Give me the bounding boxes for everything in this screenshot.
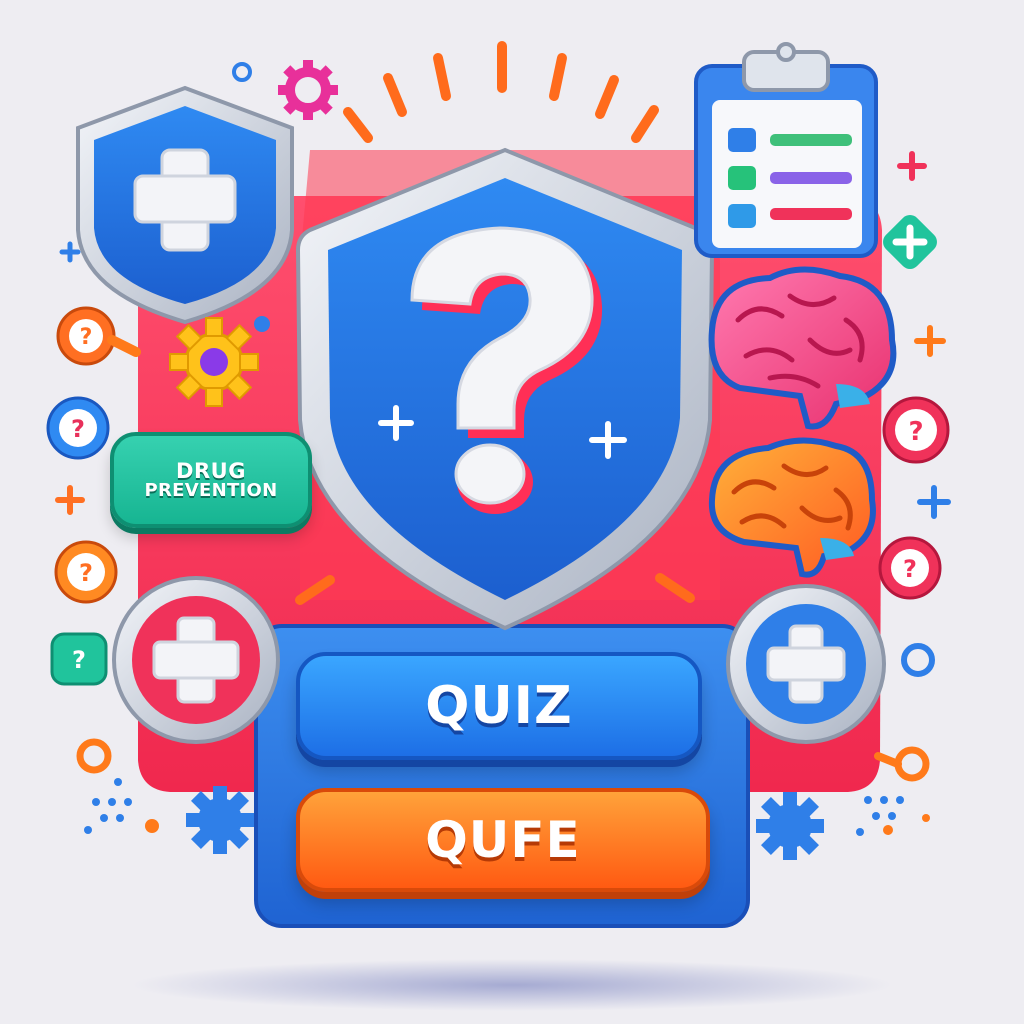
- svg-text:?: ?: [79, 559, 93, 587]
- drug-prevention-badge: DRUG PREVENTION: [110, 432, 312, 528]
- question-bubble-icon: ?: [54, 540, 118, 604]
- clipboard-checklist-icon: [694, 42, 878, 258]
- qufe-button[interactable]: QUFE: [296, 788, 710, 892]
- question-bubble-icon: ?: [50, 632, 108, 686]
- shield-plus-icon: [76, 85, 294, 325]
- plus-badge-left: [112, 576, 280, 744]
- gear-icon: [278, 60, 338, 120]
- gear-icon: [169, 317, 259, 407]
- question-bubble-icon: ?: [56, 306, 116, 366]
- question-bubble-icon: ?: [882, 396, 950, 464]
- badge-line-1: DRUG: [176, 458, 246, 483]
- svg-text:?: ?: [80, 325, 93, 350]
- question-bubble-icon: ?: [878, 536, 942, 600]
- svg-text:?: ?: [903, 555, 917, 583]
- gear-icon: [756, 792, 824, 860]
- svg-text:?: ?: [72, 646, 86, 674]
- gear-icon: [186, 786, 254, 854]
- svg-text:?: ?: [908, 417, 923, 447]
- question-bubble-icon: ?: [46, 396, 110, 460]
- badge-line-2: PREVENTION: [144, 479, 278, 501]
- plus-badge-right: [726, 584, 886, 744]
- quiz-button[interactable]: QUIZ: [296, 652, 702, 760]
- svg-text:?: ?: [71, 415, 85, 443]
